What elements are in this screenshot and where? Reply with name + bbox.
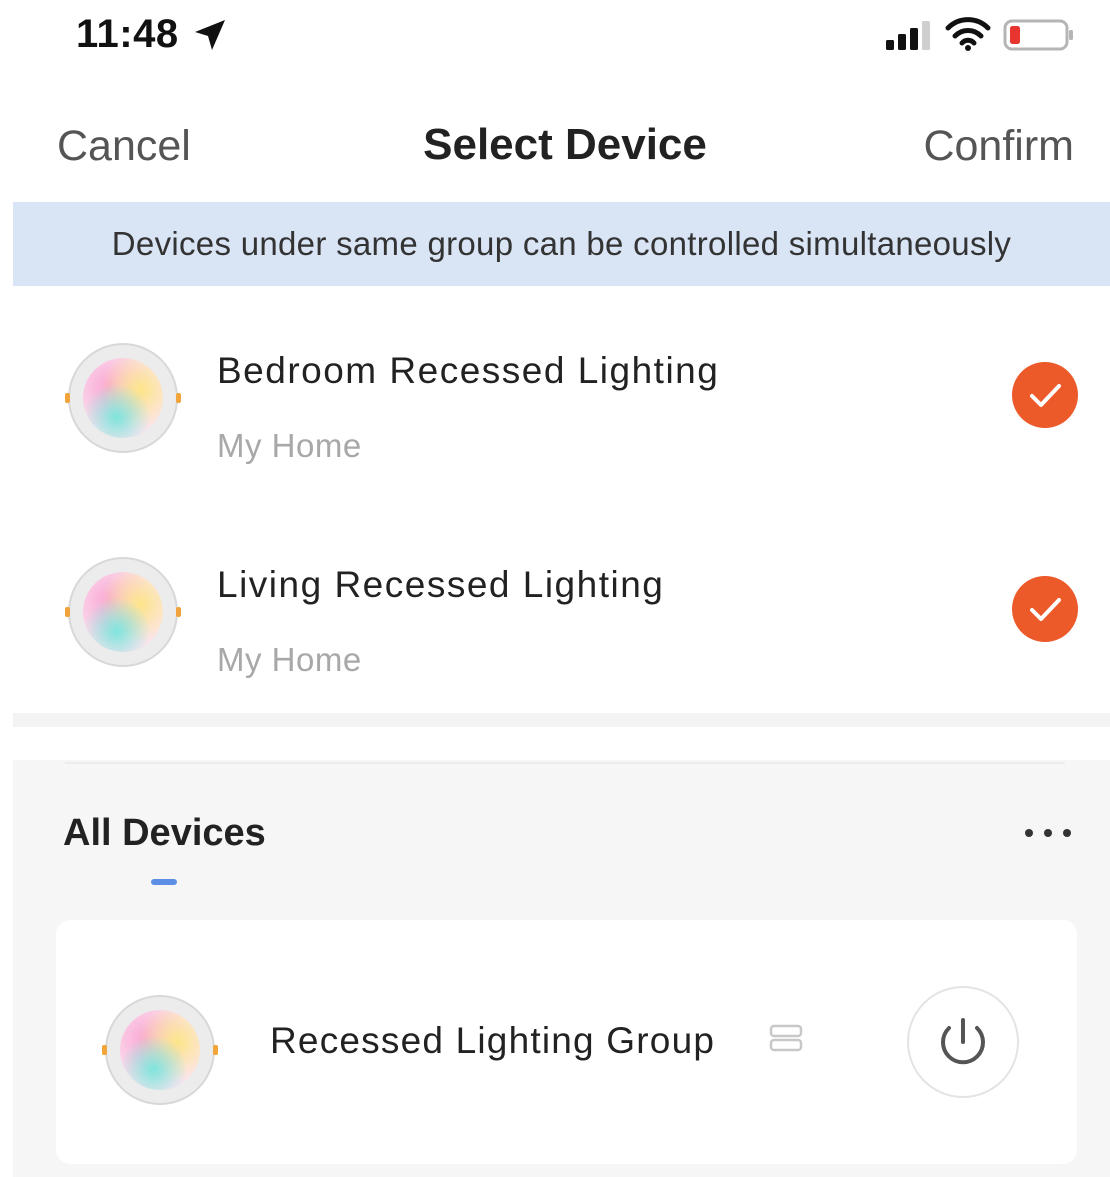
info-banner: Devices under same group can be controll… xyxy=(13,202,1110,286)
device-home: My Home xyxy=(217,427,362,464)
checkmark-icon xyxy=(1030,598,1061,621)
group-icon xyxy=(769,1024,803,1052)
recessed-light-icon xyxy=(65,343,181,453)
nav-bar: Cancel Select Device Confirm xyxy=(0,100,1110,200)
info-banner-text: Devices under same group can be controll… xyxy=(111,225,1012,262)
device-name: Living Recessed Lighting xyxy=(217,564,665,605)
selected-check-button[interactable] xyxy=(1012,362,1078,428)
battery-low-icon xyxy=(1003,19,1073,51)
tab-active-indicator xyxy=(151,879,177,885)
cellular-signal-icon xyxy=(886,21,930,50)
status-bar: 11:48 xyxy=(0,0,1110,80)
device-row-living[interactable]: Living Recessed Lighting My Home xyxy=(13,514,1110,714)
tab-all-devices[interactable]: All Devices xyxy=(63,812,266,855)
panel-top-line xyxy=(65,762,1065,764)
device-name: Bedroom Recessed Lighting xyxy=(217,350,720,391)
confirm-button[interactable]: Confirm xyxy=(923,122,1074,171)
more-options-icon[interactable] xyxy=(1023,824,1073,842)
recessed-light-icon xyxy=(102,995,218,1105)
status-time: 11:48 xyxy=(76,12,179,56)
device-home: My Home xyxy=(217,641,362,678)
power-button[interactable] xyxy=(907,986,1019,1098)
group-card[interactable]: Recessed Lighting Group xyxy=(56,920,1077,1164)
location-arrow-icon xyxy=(195,20,225,50)
checkmark-icon xyxy=(1030,384,1061,407)
selected-check-button[interactable] xyxy=(1012,576,1078,642)
list-divider xyxy=(13,713,1110,727)
recessed-light-icon xyxy=(65,557,181,667)
power-icon xyxy=(941,1018,985,1065)
wifi-icon xyxy=(945,17,991,51)
background-home-panel: All Devices Recessed Lighting Group xyxy=(13,760,1110,1177)
group-name: Recessed Lighting Group xyxy=(270,1020,716,1061)
device-row-bedroom[interactable]: Bedroom Recessed Lighting My Home xyxy=(13,300,1110,500)
